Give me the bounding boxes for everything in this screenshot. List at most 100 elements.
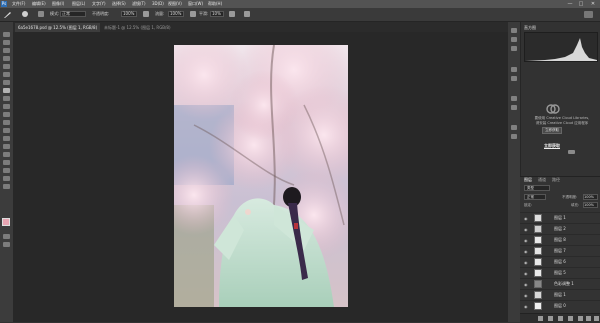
layer-name[interactable]: 图层 5	[554, 270, 566, 276]
link-layers-icon[interactable]	[538, 316, 543, 321]
move-tool-icon[interactable]	[3, 32, 10, 37]
layer-row[interactable]: ◉ 图层 2	[520, 223, 600, 234]
menu-image[interactable]: 图像(I)	[52, 1, 64, 7]
get-now-link[interactable]: 立即获取	[544, 143, 560, 149]
blend-mode-select[interactable]: 正常	[524, 194, 546, 200]
brush-tool-icon[interactable]	[3, 10, 12, 19]
pressure-size-icon[interactable]	[244, 11, 250, 17]
layer-row[interactable]: ◉ 图层 1	[520, 289, 600, 300]
brush-preset-icon[interactable]	[22, 11, 28, 17]
flow-field[interactable]: 100%	[168, 11, 184, 17]
visibility-eye-icon[interactable]: ◉	[524, 216, 528, 221]
get-app-button[interactable]: 立即获取	[542, 127, 562, 134]
shape-tool-icon[interactable]	[3, 168, 10, 173]
visibility-eye-icon[interactable]: ◉	[524, 271, 528, 276]
crop-tool-icon[interactable]	[3, 64, 10, 69]
visibility-eye-icon[interactable]: ◉	[524, 304, 528, 309]
maximize-button[interactable]: □	[577, 1, 585, 7]
add-mask-icon[interactable]	[558, 316, 563, 321]
workspace-icon[interactable]	[584, 11, 593, 18]
healing-tool-icon[interactable]	[3, 80, 10, 85]
menu-window[interactable]: 窗口(W)	[188, 1, 203, 7]
layer-name[interactable]: 图层 1	[554, 292, 566, 298]
layer-name[interactable]: 图层 6	[554, 259, 566, 265]
layer-style-icon[interactable]	[548, 316, 553, 321]
layer-row[interactable]: ◉ 图层 5	[520, 267, 600, 278]
histogram-tab[interactable]: 直方图	[524, 24, 536, 31]
minimize-button[interactable]: —	[566, 1, 574, 7]
menu-select[interactable]: 选择(S)	[112, 1, 126, 7]
visibility-eye-icon[interactable]: ◉	[524, 293, 528, 298]
close-button[interactable]: ✕	[589, 1, 597, 7]
tab-document-2[interactable]: 未标题-1 @ 12.5% (图层 1, RGB/8)	[101, 23, 174, 32]
layer-name[interactable]: 图层 7	[554, 248, 566, 254]
paragraph-icon[interactable]	[511, 105, 517, 110]
layer-row[interactable]: ◉ 图层 8	[520, 234, 600, 245]
menu-layer[interactable]: 图层(L)	[72, 1, 85, 7]
hand-tool-icon[interactable]	[3, 176, 10, 181]
document-canvas-image[interactable]	[174, 45, 348, 307]
pen-tool-icon[interactable]	[3, 144, 10, 149]
layer-opacity-field[interactable]: 100%	[583, 194, 598, 200]
quick-mask-icon[interactable]	[3, 234, 10, 239]
delete-layer-icon[interactable]	[594, 316, 599, 321]
menu-file[interactable]: 文件(F)	[12, 1, 25, 7]
layer-row[interactable]: ◉ 图层 6	[520, 256, 600, 267]
airbrush-icon[interactable]	[190, 11, 196, 17]
tab-paths[interactable]: 路径	[552, 176, 560, 183]
smoothing-field[interactable]: 10%	[210, 11, 224, 17]
layer-row[interactable]: ◉ 图层 0	[520, 300, 600, 311]
menu-3d[interactable]: 3D(D)	[152, 1, 164, 7]
brush-settings-icon[interactable]	[38, 11, 44, 17]
tab-layers[interactable]: 图层	[524, 176, 532, 183]
brush-settings-icon[interactable]	[511, 125, 517, 130]
adjustments-icon[interactable]	[511, 76, 517, 81]
character-icon[interactable]	[511, 96, 517, 101]
eraser-tool-icon[interactable]	[3, 112, 10, 117]
foreground-color-swatch[interactable]	[2, 218, 10, 226]
dodge-tool-icon[interactable]	[3, 136, 10, 141]
properties-icon[interactable]	[511, 37, 517, 42]
pressure-opacity-icon[interactable]	[143, 11, 149, 17]
visibility-eye-icon[interactable]: ◉	[524, 260, 528, 265]
layer-row[interactable]: ◉ 色彩调整 1	[520, 278, 600, 289]
layer-name[interactable]: 图层 1	[554, 215, 566, 221]
brush-tool-icon[interactable]	[3, 88, 10, 93]
lasso-tool-icon[interactable]	[3, 48, 10, 53]
mode-select[interactable]: 正常	[60, 11, 86, 17]
layer-name[interactable]: 图层 0	[554, 303, 566, 309]
type-tool-icon[interactable]	[3, 152, 10, 157]
gear-icon[interactable]	[229, 11, 235, 17]
layer-name[interactable]: 图层 8	[554, 237, 566, 243]
menu-edit[interactable]: 编辑(E)	[32, 1, 46, 7]
layer-name[interactable]: 色彩调整 1	[554, 281, 574, 287]
visibility-eye-icon[interactable]: ◉	[524, 282, 528, 287]
menu-filter[interactable]: 滤镜(T)	[132, 1, 146, 7]
visibility-eye-icon[interactable]: ◉	[524, 227, 528, 232]
layer-name[interactable]: 图层 2	[554, 226, 566, 232]
menu-type[interactable]: 文字(Y)	[92, 1, 106, 7]
layer-kind-filter[interactable]: 类型	[524, 185, 550, 191]
blur-tool-icon[interactable]	[3, 128, 10, 133]
screen-mode-icon[interactable]	[3, 242, 10, 247]
clone-source-icon[interactable]	[511, 134, 517, 139]
layer-row[interactable]: ◉ 图层 7	[520, 245, 600, 256]
history-brush-tool-icon[interactable]	[3, 104, 10, 109]
gradient-tool-icon[interactable]	[3, 120, 10, 125]
swatches-icon[interactable]	[511, 46, 517, 51]
adjustment-layer-icon[interactable]	[568, 316, 573, 321]
tab-document-1[interactable]: 6a5e1678.psd @ 12.5% (图层 1, RGB/8)	[15, 23, 101, 32]
menu-view[interactable]: 视图(V)	[168, 1, 182, 7]
eyedropper-tool-icon[interactable]	[3, 72, 10, 77]
layer-row[interactable]: ◉ 图层 1	[520, 212, 600, 223]
tab-channels[interactable]: 通道	[538, 176, 546, 183]
visibility-eye-icon[interactable]: ◉	[524, 238, 528, 243]
visibility-eye-icon[interactable]: ◉	[524, 249, 528, 254]
fill-field[interactable]: 100%	[583, 202, 598, 208]
path-select-tool-icon[interactable]	[3, 160, 10, 165]
new-layer-icon[interactable]	[586, 316, 591, 321]
quick-select-tool-icon[interactable]	[3, 56, 10, 61]
new-group-icon[interactable]	[578, 316, 583, 321]
menu-help[interactable]: 帮助(H)	[208, 1, 222, 7]
history-icon[interactable]	[511, 28, 517, 33]
